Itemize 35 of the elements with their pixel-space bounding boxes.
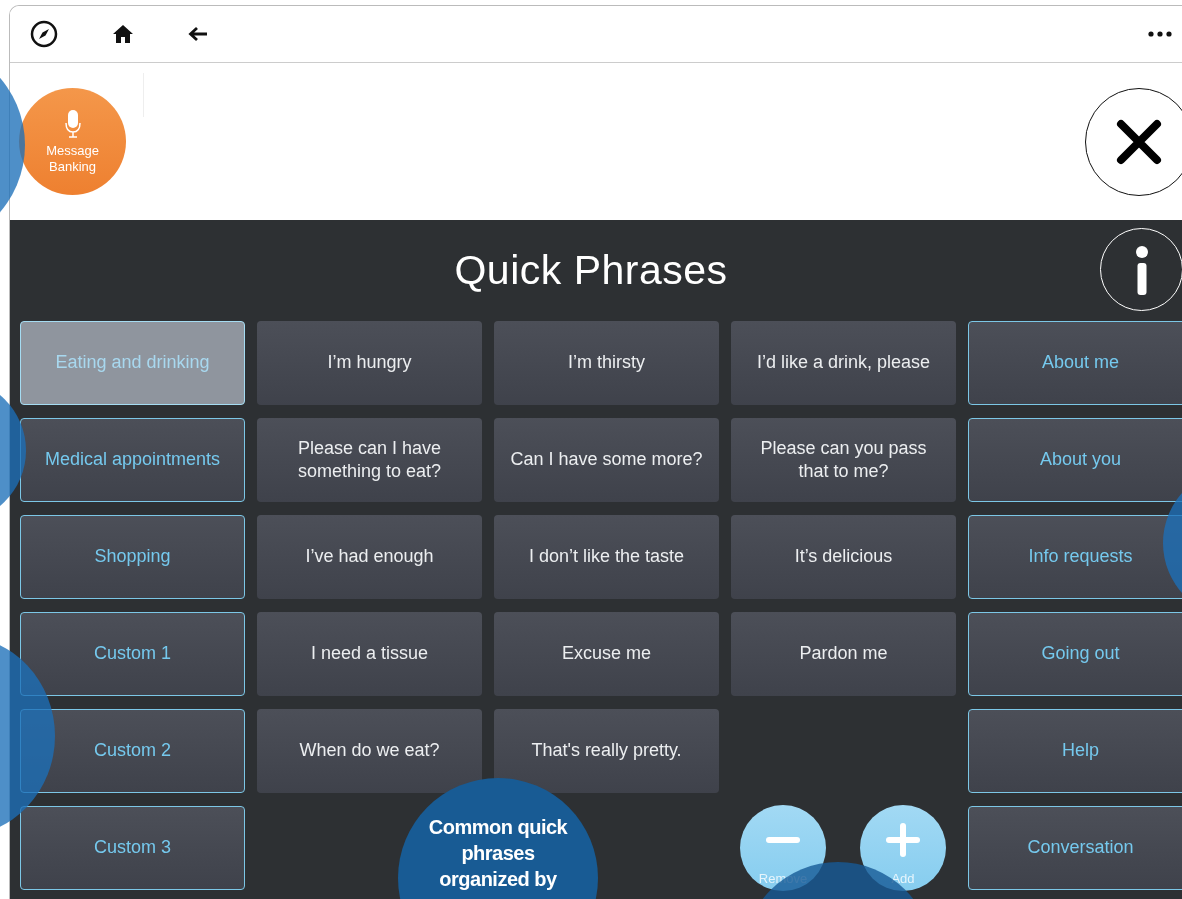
category-button[interactable]: Custom 3: [20, 806, 245, 890]
back-arrow-icon[interactable]: [188, 26, 208, 42]
category-button[interactable]: Info requests: [968, 515, 1182, 599]
phrase-button[interactable]: Can I have some more?: [494, 418, 719, 502]
category-button[interactable]: Medical appointments: [20, 418, 245, 502]
phrase-button[interactable]: Please can you pass that to me?: [731, 418, 956, 502]
category-button[interactable]: Going out: [968, 612, 1182, 696]
more-icon[interactable]: [1148, 31, 1172, 37]
category-button[interactable]: Conversation: [968, 806, 1182, 890]
category-button[interactable]: Help: [968, 709, 1182, 793]
minus-icon: [766, 836, 800, 843]
microphone-icon: [64, 108, 81, 139]
phrase-button[interactable]: Pardon me: [731, 612, 956, 696]
phrase-button[interactable]: Please can I have something to eat?: [257, 418, 482, 502]
phrase-button[interactable]: When do we eat?: [257, 709, 482, 793]
plus-icon: [886, 822, 920, 857]
category-button[interactable]: About me: [968, 321, 1182, 405]
phrase-button[interactable]: I’d like a drink, please: [731, 321, 956, 405]
home-icon[interactable]: [112, 24, 134, 44]
phrase-button[interactable]: Excuse me: [494, 612, 719, 696]
phrase-button[interactable]: I’m thirsty: [494, 321, 719, 405]
info-icon: [1134, 244, 1149, 295]
phrase-button[interactable]: It’s delicious: [731, 515, 956, 599]
compass-icon[interactable]: [30, 20, 58, 48]
phrase-button[interactable]: I’ve had enough: [257, 515, 482, 599]
phrase-button[interactable]: I don’t like the taste: [494, 515, 719, 599]
phrase-button[interactable]: I need a tissue: [257, 612, 482, 696]
panel-title: Quick Phrases: [454, 247, 728, 294]
close-icon: [1116, 118, 1162, 165]
category-button[interactable]: Custom 1: [20, 612, 245, 696]
category-button[interactable]: About you: [968, 418, 1182, 502]
phrase-button[interactable]: That's really pretty.: [494, 709, 719, 793]
phrase-button[interactable]: I’m hungry: [257, 321, 482, 405]
category-button[interactable]: Shopping: [20, 515, 245, 599]
annotation-text: Common quick phrases organized by: [427, 815, 569, 892]
